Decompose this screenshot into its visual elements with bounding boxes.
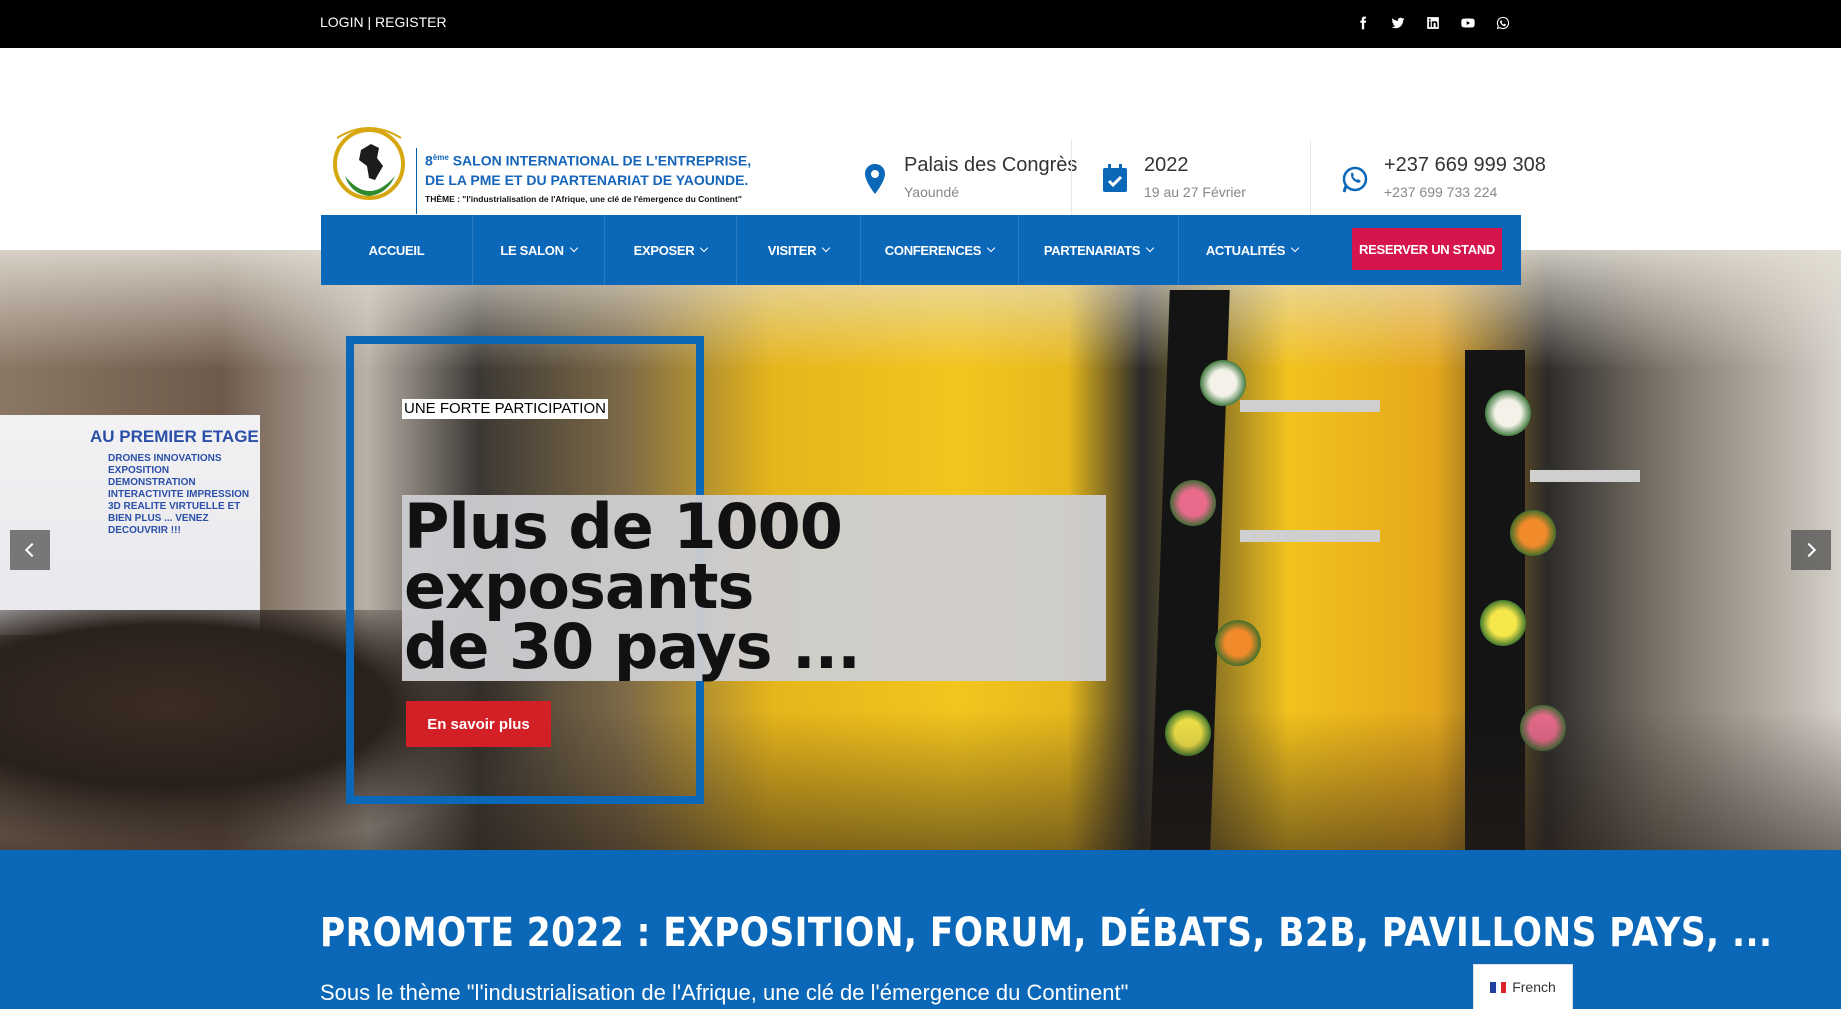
learn-more-button[interactable]: En savoir plus: [406, 701, 551, 747]
hero-photo-flower: [1485, 390, 1531, 436]
chevron-down-icon: [986, 243, 996, 253]
salon-line1: SALON INTERNATIONAL DE L'ENTREPRISE,: [448, 152, 752, 169]
sign-text: DRONES INNOVATIONS EXPOSITION DEMONSTRAT…: [108, 453, 250, 536]
language-switcher[interactable]: French: [1473, 964, 1573, 1009]
salon-theme: THÈME : "l'industrialisation de l'Afriqu…: [425, 193, 742, 204]
hero-photo-shelf: [1240, 530, 1380, 542]
hero-photo-flower: [1215, 620, 1261, 666]
auth-links: LOGIN | REGISTER: [320, 0, 447, 48]
header-divider: [1310, 140, 1311, 216]
phone-info: +237 669 999 308 +237 699 733 224: [1340, 140, 1560, 216]
chevron-down-icon: [821, 243, 831, 253]
phone-secondary[interactable]: +237 699 733 224: [1384, 184, 1497, 200]
chevron-down-icon: [1290, 243, 1300, 253]
chevron-down-icon: [1145, 243, 1155, 253]
hero-title-line2: de 30 pays ...: [404, 610, 861, 683]
social-links: [1352, 12, 1513, 33]
logo-divider: [416, 148, 417, 214]
date-info: 2022 19 au 27 Février: [1100, 140, 1300, 216]
location-pin-icon: [865, 164, 885, 194]
salon-line2: DE LA PME ET DU PARTENARIAT DE YAOUNDE.: [425, 171, 749, 188]
chevron-down-icon: [569, 243, 578, 253]
nav-item-le-salon[interactable]: LE SALON: [473, 215, 605, 285]
facebook-icon[interactable]: [1352, 12, 1373, 33]
hero-photo-flower: [1510, 510, 1556, 556]
hero-photo-flower: [1480, 600, 1526, 646]
nav-item-conferences[interactable]: CONFERENCES: [861, 215, 1019, 285]
hero-title: Plus de 1000 exposants de 30 pays ...: [402, 495, 1106, 681]
calendar-check-icon: [1103, 164, 1127, 192]
hero-title-line1: Plus de 1000 exposants: [404, 490, 843, 623]
hero-photo-flower: [1170, 480, 1216, 526]
hero-photo-sign: AU PREMIER ETAGE DRONES INNOVATIONS EXPO…: [0, 415, 260, 635]
logo-text: 8ème SALON INTERNATIONAL DE L'ENTREPRISE…: [425, 148, 805, 206]
location-info: Palais des Congrès Yaoundé: [860, 140, 1080, 216]
linkedin-icon[interactable]: [1422, 12, 1443, 33]
chevron-down-icon: [700, 243, 709, 253]
location-title: Palais des Congrès: [904, 154, 1078, 176]
youtube-icon[interactable]: [1457, 12, 1478, 33]
hero-photo-shelf: [1530, 470, 1640, 482]
language-label: French: [1512, 979, 1556, 995]
top-bar: LOGIN | REGISTER: [0, 0, 1841, 48]
hero-eyebrow: UNE FORTE PARTICIPATION: [402, 399, 608, 419]
date-title: 2022: [1144, 154, 1189, 176]
nav-item-visiter[interactable]: VISITER: [737, 215, 861, 285]
edition-number: 8: [425, 152, 433, 169]
nav-item-accueil[interactable]: ACCUEIL: [321, 215, 473, 285]
main-nav: ACCUEIL LE SALON EXPOSER VISITER CONFERE…: [321, 215, 1521, 285]
nav-item-partenariats[interactable]: PARTENARIATS: [1019, 215, 1179, 285]
location-sub: Yaoundé: [904, 184, 960, 200]
intro-heading: PROMOTE 2022 : EXPOSITION, FORUM, DÉBATS…: [320, 910, 1773, 956]
auth-separator: |: [363, 14, 375, 30]
login-link[interactable]: LOGIN: [320, 14, 364, 30]
slider-prev-button[interactable]: [10, 530, 50, 570]
nav-item-exposer[interactable]: EXPOSER: [605, 215, 737, 285]
chevron-right-icon: [1801, 542, 1817, 558]
chevron-left-icon: [24, 542, 40, 558]
twitter-icon[interactable]: [1387, 12, 1408, 33]
promote-logo[interactable]: [327, 98, 411, 214]
edition-sup: ème: [432, 153, 449, 162]
intro-subtitle: Sous le thème "l'industrialisation de l'…: [320, 980, 1129, 1005]
nav-item-actualites[interactable]: ACTUALITÉS: [1179, 215, 1325, 285]
register-link[interactable]: REGISTER: [375, 14, 447, 30]
header-divider: [1071, 140, 1072, 216]
hero-photo-flower: [1200, 360, 1246, 406]
hero-photo-shelf: [1240, 400, 1380, 412]
hero-photo-floor: [0, 710, 1841, 850]
phone-primary[interactable]: +237 669 999 308: [1384, 154, 1546, 177]
date-sub: 19 au 27 Février: [1144, 184, 1246, 200]
sign-title: AU PREMIER ETAGE: [90, 427, 259, 446]
reserve-stand-button[interactable]: RESERVER UN STAND: [1352, 228, 1502, 270]
whatsapp-icon[interactable]: [1492, 12, 1513, 33]
france-flag-icon: [1490, 981, 1507, 993]
slider-next-button[interactable]: [1791, 530, 1831, 570]
whatsapp-phone-icon: [1342, 166, 1368, 193]
